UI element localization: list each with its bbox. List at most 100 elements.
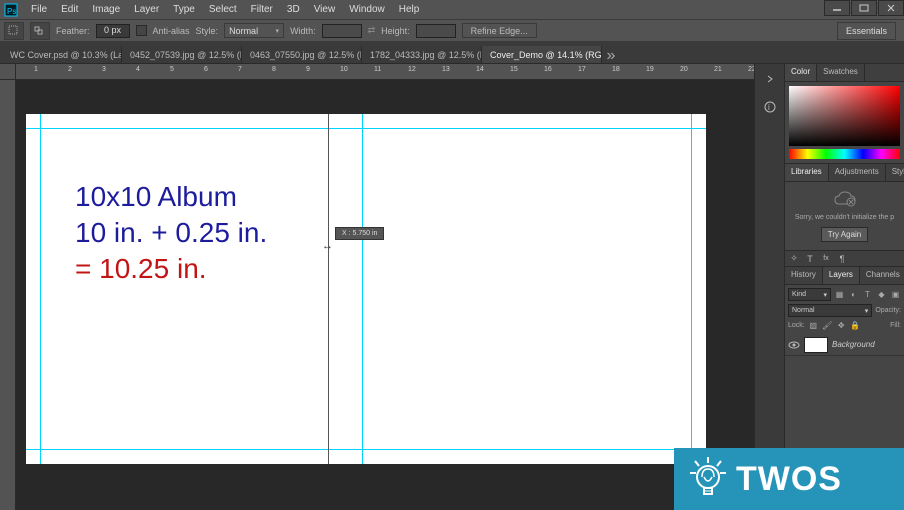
- tab-channels[interactable]: Channels: [860, 267, 904, 284]
- close-button[interactable]: [878, 0, 904, 16]
- menu-bar: Ps File Edit Image Layer Type Select Fil…: [0, 0, 904, 20]
- guide-dragging[interactable]: [328, 114, 329, 464]
- text-line-1: 10x10 Album: [75, 179, 267, 215]
- filter-pixel-icon[interactable]: ▦: [834, 289, 845, 300]
- guide-horizontal[interactable]: [26, 128, 706, 129]
- chevron-down-icon: ▾: [276, 27, 280, 35]
- layer-filter-select[interactable]: Kind▾: [788, 288, 831, 301]
- width-input: [322, 24, 362, 38]
- kind-label: Kind: [792, 291, 806, 298]
- ruler-horizontal[interactable]: 1 2 3 4 5 6 7 8 9 10 11 12 13 14 15 16 1…: [16, 64, 754, 80]
- tab-swatches[interactable]: Swatches: [817, 64, 865, 81]
- type-icon[interactable]: T: [804, 253, 816, 265]
- filter-smart-icon[interactable]: ▣: [890, 289, 901, 300]
- tab-styles[interactable]: Styles: [886, 164, 904, 181]
- style-select[interactable]: Normal ▾: [224, 23, 284, 38]
- doc-tab-1[interactable]: 0452_07539.jpg @ 12.5% (RGB...×: [122, 46, 242, 63]
- maximize-button[interactable]: [851, 0, 877, 16]
- menu-image[interactable]: Image: [85, 2, 127, 17]
- tab-history[interactable]: History: [785, 267, 823, 284]
- dock-expand-icon[interactable]: [761, 70, 779, 88]
- lock-all-icon[interactable]: 🔒: [850, 320, 861, 331]
- lock-pixels-icon[interactable]: 🖌: [822, 320, 833, 331]
- chevron-down-icon: ▾: [865, 307, 869, 315]
- layer-filter-icons: ▦ ◐ T ◆ ▣: [834, 289, 901, 300]
- opacity-label: Opacity:: [875, 307, 901, 314]
- work-area: 1 2 3 4 5 6 7 8 9 10 11 12 13 14 15 16 1…: [0, 64, 904, 510]
- menu-help[interactable]: Help: [392, 2, 427, 17]
- properties-toolbar: ✧ T fx ¶: [785, 251, 904, 267]
- color-field[interactable]: [789, 86, 900, 146]
- filter-adjust-icon[interactable]: ◐: [848, 289, 859, 300]
- menu-layer[interactable]: Layer: [127, 2, 166, 17]
- guide-horizontal[interactable]: [26, 449, 706, 450]
- layer-controls: Kind▾ ▦ ◐ T ◆ ▣ Normal▾ Opacity: Lock:: [785, 285, 904, 334]
- guide-vertical[interactable]: [691, 114, 692, 464]
- tab-adjustments[interactable]: Adjustments: [829, 164, 886, 181]
- ruler-origin[interactable]: [0, 64, 16, 80]
- tab-color[interactable]: Color: [785, 64, 817, 81]
- doc-tab-3[interactable]: 1782_04333.jpg @ 12.5% (RGB...×: [362, 46, 482, 63]
- minimize-button[interactable]: [824, 0, 850, 16]
- blend-mode-select[interactable]: Normal ▾: [788, 304, 872, 317]
- ruler-num: 9: [306, 66, 310, 73]
- doc-tab-2[interactable]: 0463_07550.jpg @ 12.5% (RGB...×: [242, 46, 362, 63]
- ruler-num: 18: [612, 66, 620, 73]
- menu-edit[interactable]: Edit: [54, 2, 85, 17]
- marquee-options-icon[interactable]: [30, 22, 50, 40]
- tab-libraries[interactable]: Libraries: [785, 164, 829, 181]
- menu-view[interactable]: View: [307, 2, 343, 17]
- app-icon: Ps: [2, 1, 20, 19]
- canvas[interactable]: 10x10 Album 10 in. + 0.25 in. = 10.25 in…: [26, 114, 706, 464]
- layer-row-background[interactable]: Background: [785, 334, 904, 356]
- filter-shape-icon[interactable]: ◆: [876, 289, 887, 300]
- ruler-num: 14: [476, 66, 484, 73]
- lock-position-icon[interactable]: ✥: [836, 320, 847, 331]
- position-tooltip: X : 5.750 in: [335, 227, 384, 240]
- fx-icon[interactable]: fx: [820, 253, 832, 265]
- ruler-num: 16: [544, 66, 552, 73]
- tab-layers[interactable]: Layers: [823, 267, 860, 284]
- height-label: Height:: [381, 26, 410, 36]
- try-again-button[interactable]: Try Again: [821, 227, 869, 242]
- hue-slider[interactable]: [789, 149, 900, 159]
- lock-transparent-icon[interactable]: ▨: [808, 320, 819, 331]
- doc-tab-label: 0452_07539.jpg @ 12.5% (RGB...: [130, 50, 242, 60]
- tab-overflow-icon[interactable]: »: [604, 49, 618, 63]
- menu-file[interactable]: File: [24, 2, 54, 17]
- wand-icon[interactable]: ✧: [788, 253, 800, 265]
- feather-input[interactable]: 0 px: [96, 24, 130, 38]
- style-value: Normal: [229, 26, 258, 36]
- doc-tab-4[interactable]: Cover_Demo @ 14.1% (RGB/8) *×: [482, 46, 602, 63]
- tool-preset-icon[interactable]: [4, 22, 24, 40]
- refine-edge-button[interactable]: Refine Edge...: [462, 23, 537, 38]
- guide-vertical[interactable]: [362, 114, 363, 464]
- right-panels: Color Swatches Libraries Adjustments Sty…: [784, 64, 904, 510]
- layer-name: Background: [832, 340, 875, 349]
- ruler-vertical[interactable]: [0, 80, 16, 510]
- blend-mode-value: Normal: [792, 307, 815, 314]
- color-panel-tabs: Color Swatches: [785, 64, 904, 82]
- antialias-checkbox[interactable]: [136, 25, 147, 36]
- doc-tab-0[interactable]: WC Cover.psd @ 10.3% (Layer ...×: [2, 46, 122, 63]
- ruler-num: 5: [170, 66, 174, 73]
- menu-3d[interactable]: 3D: [280, 2, 307, 17]
- workspace-switcher[interactable]: Essentials: [837, 22, 896, 40]
- doc-tab-label: 0463_07550.jpg @ 12.5% (RGB...: [250, 50, 362, 60]
- svg-text:Ps: Ps: [7, 7, 16, 16]
- ruler-num: 1: [34, 66, 38, 73]
- info-icon[interactable]: i: [761, 98, 779, 116]
- guide-vertical[interactable]: [40, 114, 41, 464]
- text-line-3: = 10.25 in.: [75, 251, 267, 287]
- fill-label: Fill:: [890, 322, 901, 329]
- menu-window[interactable]: Window: [342, 2, 392, 17]
- ruler-num: 20: [680, 66, 688, 73]
- filter-type-icon[interactable]: T: [862, 289, 873, 300]
- menu-select[interactable]: Select: [202, 2, 244, 17]
- menu-filter[interactable]: Filter: [244, 2, 280, 17]
- doc-tab-label: WC Cover.psd @ 10.3% (Layer ...: [10, 50, 122, 60]
- lock-icons: ▨ 🖌 ✥ 🔒: [808, 320, 861, 331]
- paragraph-icon[interactable]: ¶: [836, 253, 848, 265]
- menu-type[interactable]: Type: [166, 2, 202, 17]
- visibility-icon[interactable]: [788, 339, 800, 351]
